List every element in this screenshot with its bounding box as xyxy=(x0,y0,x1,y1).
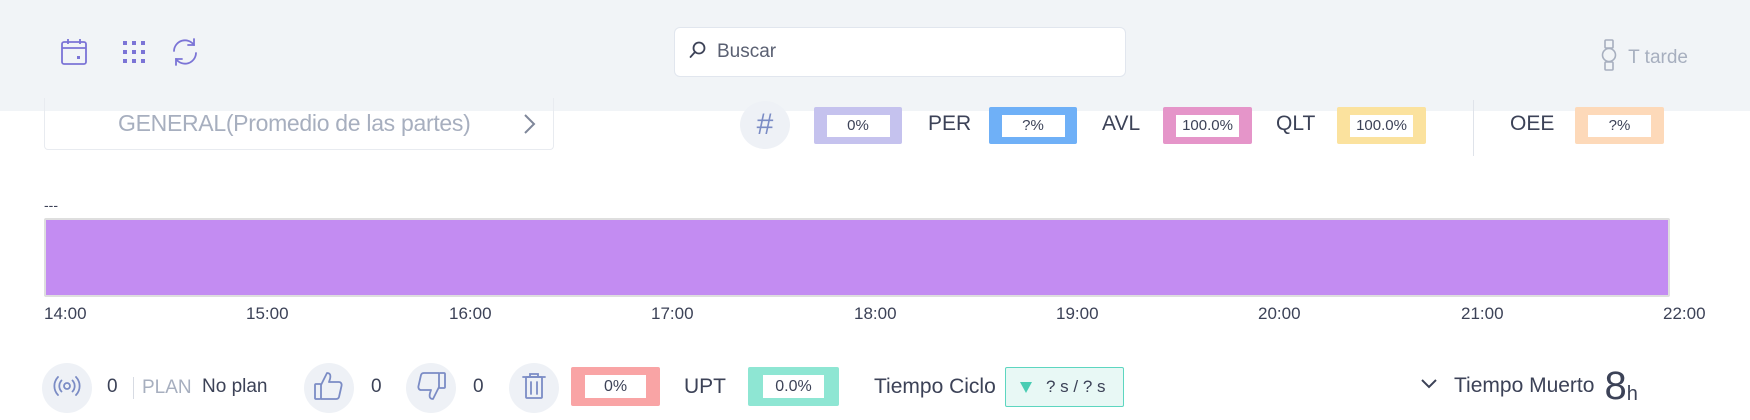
bad-parts-button[interactable] xyxy=(406,363,456,413)
tick-label: 18:00 xyxy=(854,304,897,323)
shift-label: T tarde xyxy=(1628,47,1688,68)
part-selector-label: GENERAL(Promedio de las partes) xyxy=(118,110,471,136)
qlt-label: QLT xyxy=(1276,112,1316,135)
tick-label: 14:00 xyxy=(44,304,87,323)
part-selector[interactable]: GENERAL(Promedio de las partes) xyxy=(44,98,554,150)
qlt-metric-value: 100.0% xyxy=(1350,114,1413,137)
plan-value: No plan xyxy=(202,376,268,397)
timeline-label: --- xyxy=(44,197,58,213)
tick-label: 22:00 xyxy=(1663,304,1706,323)
dead-time-toggle[interactable]: Tiempo Muerto 8 h xyxy=(1420,366,1638,406)
dead-time-unit: h xyxy=(1626,382,1638,405)
bad-count: 0 xyxy=(473,376,484,397)
upt-metric: 0.0% xyxy=(748,367,839,406)
watch-icon xyxy=(1600,38,1618,78)
count-value: 0 xyxy=(107,376,118,397)
upt-metric-value: 0.0% xyxy=(763,375,824,398)
signal-button[interactable] xyxy=(42,363,92,413)
cycle-time-label: Tiempo Ciclo xyxy=(874,375,996,398)
thumbs-down-icon xyxy=(414,369,448,408)
broadcast-icon xyxy=(53,372,81,405)
search-box[interactable] xyxy=(674,27,1126,77)
oee-label: OEE xyxy=(1510,112,1555,135)
thumbs-up-icon xyxy=(312,369,346,408)
chevron-right-icon xyxy=(519,112,539,141)
count-metric-value: 0% xyxy=(826,114,890,137)
search-icon xyxy=(689,41,707,64)
scrap-metric: 0% xyxy=(571,367,660,406)
scrap-metric-value: 0% xyxy=(585,375,646,398)
good-count: 0 xyxy=(371,376,382,397)
tick-label: 16:00 xyxy=(449,304,492,323)
per-label: PER xyxy=(928,112,972,135)
metric-divider xyxy=(1473,100,1474,156)
calendar-icon[interactable] xyxy=(54,32,94,72)
tick-label: 19:00 xyxy=(1056,304,1099,323)
plan-label: PLAN xyxy=(142,377,192,398)
avl-label: AVL xyxy=(1102,112,1141,135)
tick-label: 17:00 xyxy=(651,304,694,323)
dead-time-value: 8 xyxy=(1604,364,1627,408)
scrap-button[interactable] xyxy=(509,363,559,413)
cycle-time-value: ? s / ? s xyxy=(1005,367,1124,407)
refresh-icon[interactable] xyxy=(165,32,205,72)
cycle-time-text: ? s / ? s xyxy=(1046,377,1106,396)
per-metric: ?% xyxy=(989,107,1077,144)
hash-icon: # xyxy=(756,108,774,141)
plan-divider xyxy=(133,377,134,399)
dead-time-label: Tiempo Muerto xyxy=(1454,374,1595,397)
shift-selector[interactable]: T tarde xyxy=(1600,38,1688,78)
good-parts-button[interactable] xyxy=(304,363,354,413)
hash-button[interactable]: # xyxy=(740,101,790,149)
triangle-down-icon xyxy=(1020,381,1032,393)
top-header: T tarde xyxy=(0,0,1750,111)
upt-label: UPT xyxy=(684,375,726,398)
qlt-metric: 100.0% xyxy=(1337,107,1426,144)
grid-icon[interactable] xyxy=(114,32,154,72)
tick-label: 15:00 xyxy=(246,304,289,323)
tick-label: 20:00 xyxy=(1258,304,1301,323)
oee-metric: ?% xyxy=(1575,107,1664,144)
search-input[interactable] xyxy=(717,41,1097,63)
chevron-down-icon xyxy=(1420,377,1438,395)
trash-icon xyxy=(520,371,548,406)
tick-label: 21:00 xyxy=(1461,304,1504,323)
count-metric: 0% xyxy=(814,107,902,144)
avl-metric: 100.0% xyxy=(1163,107,1252,144)
per-metric-value: ?% xyxy=(1001,114,1065,137)
timeline-bar[interactable] xyxy=(44,218,1670,297)
oee-metric-value: ?% xyxy=(1588,114,1651,137)
avl-metric-value: 100.0% xyxy=(1176,114,1239,137)
